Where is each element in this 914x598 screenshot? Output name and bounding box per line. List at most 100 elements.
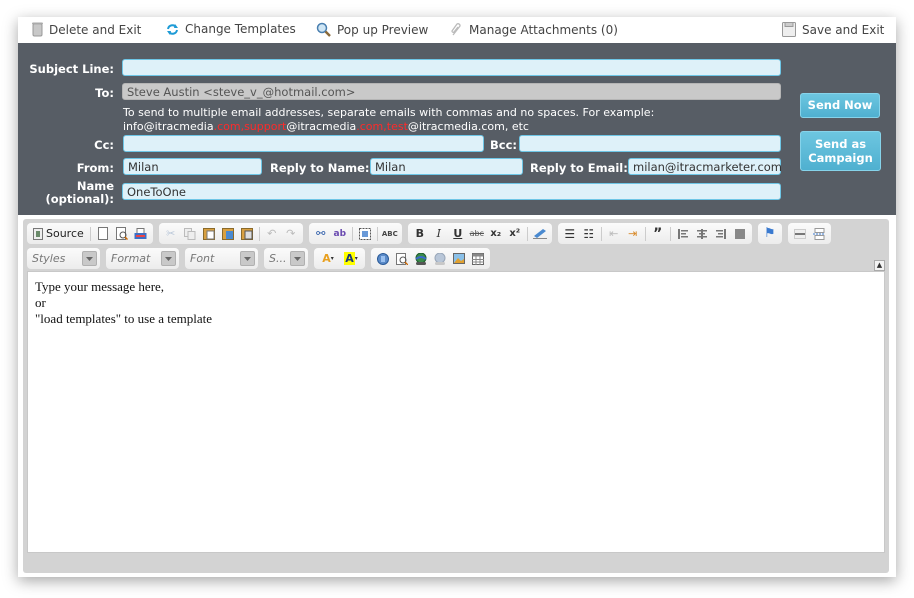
undo-icon[interactable]: ↶ bbox=[263, 225, 281, 243]
insert-table-icon[interactable] bbox=[469, 250, 487, 268]
bcc-label: Bcc: bbox=[490, 138, 517, 152]
font-dropdown-label: Font bbox=[190, 252, 215, 265]
popup-preview-button[interactable]: Pop up Preview bbox=[316, 22, 428, 37]
trash-icon bbox=[32, 22, 43, 37]
toolbar-group-anchor: ⚑ bbox=[757, 223, 782, 244]
to-input[interactable]: Steve Austin <steve_v_@hotmail.com> bbox=[122, 83, 781, 100]
send-as-campaign-label: Send as bbox=[814, 137, 867, 151]
reply-to-email-input[interactable]: milan@itracmarketer.com bbox=[628, 158, 782, 175]
align-justify-icon[interactable] bbox=[731, 225, 749, 243]
from-input[interactable]: Milan bbox=[123, 158, 262, 175]
message-body-editor[interactable]: Type your message here, or "load templat… bbox=[27, 271, 885, 553]
reply-to-email-label: Reply to Email: bbox=[530, 161, 628, 175]
editor-toolbar-row-1: Source ✂ ↶ ↷ ⚯ ab ABC B I U abc x₂ x² ☰ … bbox=[27, 223, 831, 244]
blockquote-icon[interactable]: ” bbox=[649, 225, 667, 243]
copy-icon[interactable] bbox=[181, 225, 199, 243]
outdent-icon[interactable]: ⇤ bbox=[605, 225, 623, 243]
paste-icon[interactable] bbox=[200, 225, 218, 243]
spellcheck-icon[interactable]: ABC bbox=[381, 225, 399, 243]
cc-label: Cc: bbox=[94, 138, 114, 152]
superscript-button[interactable]: x² bbox=[506, 225, 524, 243]
strikethrough-button[interactable]: abc bbox=[468, 225, 486, 243]
replace-icon[interactable]: ab bbox=[331, 225, 349, 243]
indent-icon[interactable]: ⇥ bbox=[624, 225, 642, 243]
redo-icon[interactable]: ↷ bbox=[282, 225, 300, 243]
flash-object-icon[interactable] bbox=[374, 250, 392, 268]
toolbar-group-paragraph: ☰ ☷ ⇤ ⇥ ” bbox=[557, 223, 752, 244]
paste-word-icon[interactable] bbox=[238, 225, 256, 243]
format-dropdown[interactable]: Format bbox=[106, 248, 179, 269]
image-properties-icon[interactable] bbox=[393, 250, 411, 268]
select-all-icon[interactable] bbox=[356, 225, 374, 243]
bold-button[interactable]: B bbox=[411, 225, 429, 243]
italic-button[interactable]: I bbox=[430, 225, 448, 243]
delete-and-exit-button[interactable]: Delete and Exit bbox=[32, 22, 141, 37]
styles-dropdown[interactable]: Styles bbox=[27, 248, 100, 269]
toolbar-separator bbox=[351, 226, 353, 241]
font-dropdown[interactable]: Font bbox=[185, 248, 258, 269]
top-action-bar: Delete and Exit Change Templates Pop up … bbox=[18, 17, 896, 43]
collapse-toolbar-button[interactable]: ▲ bbox=[874, 260, 885, 271]
send-as-campaign-button[interactable]: Send as Campaign bbox=[800, 131, 881, 171]
insert-link-globe-icon[interactable] bbox=[412, 250, 430, 268]
reply-to-name-input[interactable]: Milan bbox=[370, 158, 523, 175]
manage-attachments-button[interactable]: Manage Attachments (0) bbox=[450, 22, 618, 37]
hint-part: info@itracmedia bbox=[123, 120, 214, 133]
page-break-icon[interactable] bbox=[810, 225, 828, 243]
unlink-globe-icon[interactable] bbox=[431, 250, 449, 268]
change-templates-button[interactable]: Change Templates bbox=[166, 22, 296, 36]
insert-image-icon[interactable] bbox=[450, 250, 468, 268]
hint-line-1: To send to multiple email addresses, sep… bbox=[123, 106, 655, 119]
size-dropdown[interactable]: S... bbox=[264, 248, 308, 269]
bcc-input[interactable] bbox=[519, 135, 781, 152]
align-right-icon[interactable] bbox=[712, 225, 730, 243]
preview-icon[interactable] bbox=[113, 225, 131, 243]
subject-label: Subject Line: bbox=[29, 62, 114, 76]
toolbar-group-document: Source bbox=[27, 223, 153, 244]
find-binoculars-icon[interactable]: ⚯ bbox=[312, 225, 330, 243]
styles-dropdown-label: Styles bbox=[32, 252, 66, 265]
numbered-list-icon[interactable]: ☰ bbox=[561, 225, 579, 243]
toolbar-group-insert bbox=[787, 223, 831, 244]
toolbar-group-formatting: B I U abc x₂ x² bbox=[407, 223, 552, 244]
popup-preview-label: Pop up Preview bbox=[337, 22, 429, 37]
hint-part: @itracmedia.com, etc bbox=[407, 120, 529, 133]
rich-text-editor: Source ✂ ↶ ↷ ⚯ ab ABC B I U abc x₂ x² ☰ … bbox=[23, 219, 889, 573]
to-label: To: bbox=[95, 86, 114, 100]
subscript-button[interactable]: x₂ bbox=[487, 225, 505, 243]
message-line: Type your message here, bbox=[35, 279, 165, 294]
send-now-button[interactable]: Send Now bbox=[800, 93, 880, 118]
save-and-exit-button[interactable]: Save and Exit bbox=[782, 22, 884, 37]
anchor-flag-icon[interactable]: ⚑ bbox=[761, 225, 779, 243]
align-center-icon[interactable] bbox=[693, 225, 711, 243]
cut-icon[interactable]: ✂ bbox=[162, 225, 180, 243]
chevron-down-icon bbox=[240, 251, 255, 266]
print-icon[interactable] bbox=[132, 225, 150, 243]
horizontal-rule-icon[interactable] bbox=[791, 225, 809, 243]
send-as-campaign-label: Campaign bbox=[808, 151, 873, 165]
bulleted-list-icon[interactable]: ☷ bbox=[580, 225, 598, 243]
text-color-button[interactable]: A ▾ bbox=[317, 250, 339, 268]
chevron-down-icon bbox=[290, 251, 305, 266]
chevron-down-icon bbox=[161, 251, 176, 266]
new-page-icon[interactable] bbox=[94, 225, 112, 243]
subject-input[interactable] bbox=[122, 59, 781, 76]
underline-button[interactable]: U bbox=[449, 225, 467, 243]
format-dropdown-label: Format bbox=[111, 252, 151, 265]
background-color-button[interactable]: A ▾ bbox=[340, 250, 362, 268]
name-input[interactable]: OneToOne bbox=[122, 183, 781, 200]
source-button[interactable]: Source bbox=[30, 227, 87, 240]
magnifier-icon bbox=[316, 22, 331, 37]
source-icon bbox=[33, 227, 43, 240]
size-dropdown-label: S... bbox=[269, 252, 287, 265]
cc-input[interactable] bbox=[123, 135, 484, 152]
align-left-icon[interactable] bbox=[674, 225, 692, 243]
source-label: Source bbox=[46, 227, 84, 240]
name-label-line: (optional): bbox=[45, 192, 114, 206]
paperclip-icon bbox=[451, 23, 461, 36]
save-disk-icon bbox=[782, 22, 796, 37]
multiple-email-hint: To send to multiple email addresses, sep… bbox=[123, 106, 654, 134]
remove-format-eraser-icon[interactable] bbox=[531, 225, 549, 243]
paste-text-icon[interactable] bbox=[219, 225, 237, 243]
refresh-icon bbox=[167, 23, 178, 35]
